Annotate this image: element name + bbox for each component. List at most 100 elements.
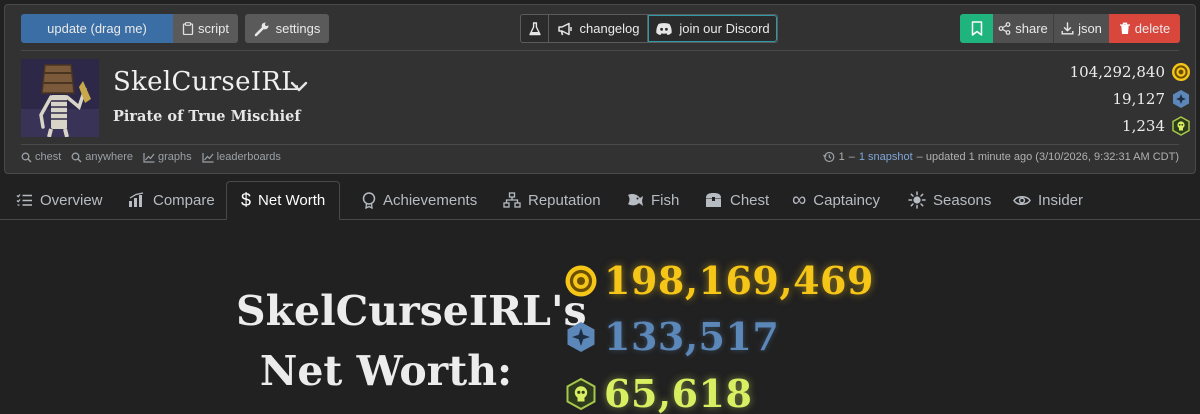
tab-overview[interactable]: Overview (16, 181, 103, 219)
update-label: update (drag me) (47, 21, 147, 36)
gold-coin-icon (1172, 63, 1190, 81)
doubloon-balance: 19,127 (1112, 88, 1189, 110)
updated-text: – updated 1 minute ago (3/10/2026, 9:32:… (916, 151, 1179, 163)
tab-captaincy[interactable]: ∞ Captaincy (792, 181, 880, 219)
snapshot-info: 1 – 1 snapshot – updated 1 minute ago (3… (822, 151, 1179, 163)
gold-balance: 104,292,840 (1069, 61, 1190, 83)
graphs-link[interactable]: graphs (143, 151, 192, 163)
leaderboards-link-label: leaderboards (216, 151, 281, 163)
net-worth-doubloons: 133,517 (564, 314, 779, 359)
bookmark-icon (971, 21, 982, 36)
tab-chest[interactable]: Chest (704, 181, 769, 219)
tab-label: Compare (153, 191, 215, 209)
settings-label: settings (275, 21, 321, 36)
chest-icon (706, 193, 721, 207)
trash-icon (1119, 22, 1130, 34)
tab-label: Fish (651, 191, 680, 209)
net-worth-heading: SkelCurseIRL's Net Worth: (236, 281, 587, 401)
tab-label: Chest (730, 191, 770, 209)
net-worth-ancient-coins: 65,618 (564, 371, 752, 414)
wrench-icon (254, 22, 268, 36)
chest-link[interactable]: chest (21, 151, 61, 163)
toolbar-divider (21, 50, 1179, 51)
net-worth-heading-line2: Net Worth: (259, 347, 513, 395)
discord-button[interactable]: join our Discord (648, 15, 777, 42)
line-chart-icon (202, 152, 214, 163)
tab-net-worth[interactable]: $ Net Worth (226, 181, 341, 220)
json-label: json (1078, 21, 1102, 36)
download-icon (1061, 22, 1074, 35)
json-button[interactable]: json (1053, 14, 1109, 43)
dollar-icon: $ (241, 190, 252, 210)
ancient-coin-icon (566, 377, 596, 410)
tab-insider[interactable]: Insider (1013, 181, 1083, 219)
eye-icon (1013, 195, 1031, 205)
tab-fish[interactable]: Fish (626, 181, 679, 219)
player-title: Pirate of True Mischief (113, 108, 301, 125)
changelog-label: changelog (579, 21, 640, 36)
avatar (21, 59, 99, 137)
bookmark-button[interactable] (960, 14, 993, 43)
doubloon-icon (1173, 90, 1189, 108)
tab-label: Overview (40, 191, 103, 209)
sun-icon (908, 191, 926, 209)
tab-reputation[interactable]: Reputation (503, 181, 601, 219)
snapshot-link[interactable]: 1 snapshot (859, 151, 913, 163)
tab-label: Insider (1038, 191, 1084, 209)
search-icon (21, 152, 32, 162)
leaderboards-link[interactable]: leaderboards (202, 151, 281, 163)
snapshot-dash: – (848, 151, 855, 163)
ancient-coin-balance: 1,234 (1122, 115, 1190, 137)
net-worth-gold-value: 198,169,469 (604, 258, 874, 303)
net-worth-ancient-coins-value: 65,618 (604, 371, 753, 414)
gold-coin-icon (565, 265, 597, 296)
tab-label: Reputation (528, 191, 601, 209)
delete-button[interactable]: delete (1109, 14, 1180, 43)
quick-links: chest anywhere graphs leaderboards (21, 151, 281, 163)
chevron-down-icon[interactable] (287, 75, 311, 99)
discord-label: join our Discord (679, 21, 770, 36)
script-button[interactable]: script (173, 14, 238, 43)
tab-label: Net Worth (258, 192, 326, 209)
tab-compare[interactable]: Compare (128, 181, 215, 219)
player-name: SkelCurseIRL (113, 67, 299, 97)
tab-achievements[interactable]: Achievements (362, 181, 477, 219)
graphs-link-label: graphs (158, 151, 192, 163)
info-button-group: changelog join our Discord (520, 14, 778, 43)
share-label: share (1015, 21, 1048, 36)
fish-icon (628, 194, 643, 206)
history-icon (822, 151, 834, 163)
settings-button[interactable]: settings (245, 14, 329, 43)
chest-link-label: chest (35, 151, 62, 163)
bar-chart-icon (129, 192, 144, 207)
update-button[interactable]: update (drag me) (21, 14, 173, 43)
ancient-coin-value: 1,234 (1122, 117, 1165, 135)
profile-card: update (drag me) script settings changel… (4, 4, 1196, 174)
ancient-coin-icon (1172, 116, 1190, 136)
flask-icon (528, 21, 541, 35)
skeleton-avatar-icon (21, 59, 99, 137)
doubloon-icon (567, 321, 595, 352)
snapshot-count: 1 (838, 151, 845, 163)
net-worth-heading-line1: SkelCurseIRL's (236, 287, 587, 335)
discord-icon (656, 22, 673, 35)
medal-icon (362, 191, 376, 209)
changelog-button[interactable]: changelog (549, 15, 648, 42)
doubloon-value: 19,127 (1112, 90, 1166, 108)
anywhere-link[interactable]: anywhere (71, 151, 133, 163)
tab-label: Captaincy (813, 191, 880, 209)
script-label: script (197, 21, 230, 36)
hierarchy-icon (503, 192, 521, 208)
clipboard-icon (182, 22, 194, 35)
net-worth-doubloons-value: 133,517 (604, 314, 780, 359)
toolbar: update (drag me) script settings changel… (5, 5, 1195, 55)
share-icon (998, 22, 1011, 35)
delete-label: delete (1134, 21, 1171, 36)
share-button[interactable]: share (993, 14, 1053, 43)
line-chart-icon (143, 152, 155, 163)
net-worth-gold: 198,169,469 (564, 258, 874, 303)
gold-value: 104,292,840 (1069, 63, 1165, 81)
tab-label: Seasons (933, 191, 992, 209)
tab-seasons[interactable]: Seasons (908, 181, 991, 219)
labs-button[interactable] (521, 15, 549, 42)
